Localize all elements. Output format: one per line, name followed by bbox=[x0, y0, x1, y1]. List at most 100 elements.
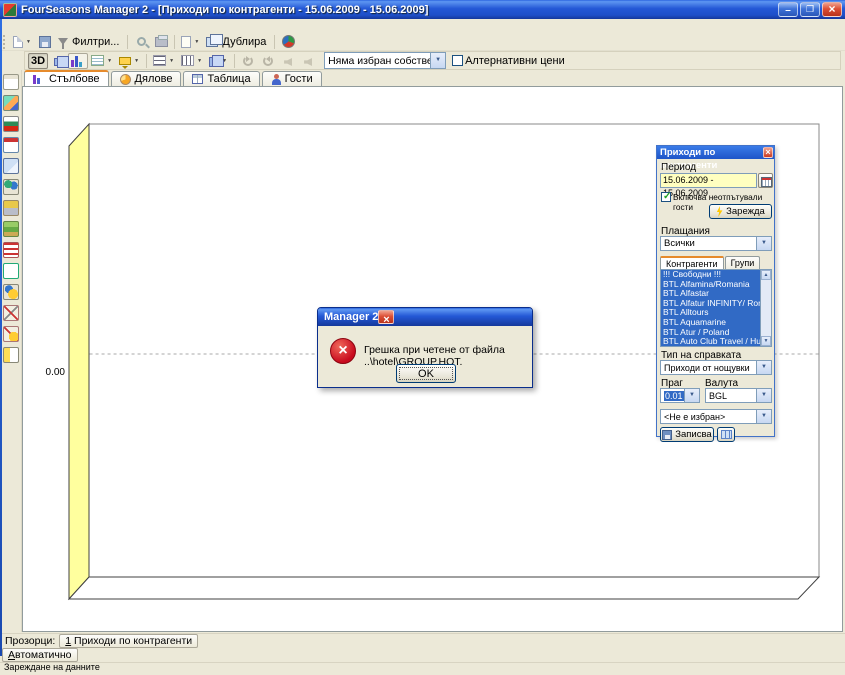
dialog-title-bar[interactable]: Manager 2 bbox=[318, 308, 532, 326]
cut-icon[interactable] bbox=[3, 305, 19, 321]
save-button[interactable] bbox=[35, 34, 55, 50]
guests-icon[interactable] bbox=[3, 179, 19, 195]
cut-price-icon[interactable] bbox=[3, 326, 19, 342]
guest-payment-icon[interactable] bbox=[3, 284, 19, 300]
layout-button[interactable] bbox=[717, 427, 735, 442]
contragent-tabs: Контрагенти Групи bbox=[660, 256, 761, 269]
chart-button[interactable] bbox=[278, 34, 298, 50]
new-document-icon bbox=[13, 36, 23, 48]
threshold-combobox[interactable]: 0.01 bbox=[660, 388, 700, 403]
tab-contragents[interactable]: Контрагенти bbox=[660, 256, 724, 269]
tab-gosti[interactable]: Гости bbox=[262, 71, 322, 86]
report-type-combobox[interactable]: Приходи от нощувки bbox=[660, 360, 772, 375]
window-tab-button[interactable]: 1 Приходи по контрагенти bbox=[59, 634, 198, 648]
horizontal-gridlines-icon bbox=[153, 55, 166, 66]
new-report-button[interactable] bbox=[10, 34, 35, 50]
load-button[interactable]: Зарежда bbox=[709, 204, 772, 219]
list-scrollbar[interactable] bbox=[760, 270, 771, 346]
image-export-icon[interactable] bbox=[3, 95, 19, 111]
window-title: FourSeasons Manager 2 - [Приходи по конт… bbox=[21, 4, 778, 16]
speaker-muted-icon bbox=[304, 58, 312, 66]
zero-axis-label: 0.00 bbox=[46, 367, 66, 378]
scroll-up-icon[interactable] bbox=[761, 270, 771, 280]
rotate-cw-icon bbox=[263, 56, 273, 66]
duplicate-label: Дублира bbox=[220, 36, 268, 48]
window-copy-icon[interactable] bbox=[3, 158, 19, 174]
panel-close-icon[interactable] bbox=[763, 147, 773, 158]
rotate-left-button[interactable] bbox=[238, 53, 258, 69]
export-button[interactable] bbox=[178, 34, 203, 50]
preset-value: <Не е избран> bbox=[661, 412, 756, 422]
chevron-down-icon bbox=[168, 55, 175, 67]
windows-bar: Прозорци: 1 Приходи по контрагенти bbox=[0, 633, 845, 648]
automatic-button[interactable]: Автоматично bbox=[2, 648, 78, 662]
dollar-icon[interactable] bbox=[3, 263, 19, 279]
owner-combobox[interactable]: Няма избран собственици bbox=[324, 52, 446, 69]
duplicate-button[interactable]: Дублира bbox=[203, 34, 271, 50]
restore-button[interactable] bbox=[800, 2, 820, 17]
bar-series-button[interactable] bbox=[68, 53, 88, 69]
bulgaria-flag-icon[interactable] bbox=[3, 116, 19, 132]
print-button[interactable] bbox=[151, 34, 171, 50]
include-guests-checkbox[interactable] bbox=[661, 192, 671, 202]
toolbar-separator bbox=[234, 54, 235, 68]
legend-icon bbox=[91, 55, 104, 66]
sound-on-button[interactable] bbox=[278, 53, 298, 69]
list-item[interactable]: BTL Auto Club Travel / Hunga bbox=[661, 337, 760, 346]
perspective-icon bbox=[54, 58, 62, 66]
preset-combobox[interactable]: <Не е избран> bbox=[660, 409, 772, 424]
threshold-value: 0.01 bbox=[664, 391, 684, 401]
payments-combobox[interactable]: Всички bbox=[660, 236, 772, 251]
ok-button[interactable]: OK bbox=[396, 364, 456, 383]
title-bar: FourSeasons Manager 2 - [Приходи по конт… bbox=[0, 0, 845, 19]
panel-title-bar[interactable]: Приходи по контрагенти bbox=[657, 146, 774, 159]
guest-report-icon[interactable] bbox=[3, 347, 19, 363]
cash-desk-icon[interactable] bbox=[3, 200, 19, 216]
owner-combobox-value: Няма избран собственици bbox=[325, 55, 430, 67]
tab-groups[interactable]: Групи bbox=[725, 256, 761, 269]
vertical-gridlines-icon bbox=[181, 55, 194, 66]
minimize-button[interactable] bbox=[778, 2, 798, 17]
report-type-value: Приходи от нощувки bbox=[661, 363, 756, 373]
printer-icon bbox=[155, 37, 168, 47]
calendar-button[interactable] bbox=[758, 173, 773, 188]
sound-off-button[interactable] bbox=[298, 53, 318, 69]
3d-toggle-button[interactable]: 3D bbox=[28, 53, 48, 69]
rotate-right-button[interactable] bbox=[258, 53, 278, 69]
toolbar-separator bbox=[146, 54, 147, 68]
tab-tablica[interactable]: Таблица bbox=[183, 71, 259, 86]
scroll-down-icon[interactable] bbox=[761, 336, 771, 346]
floor-plan-icon[interactable] bbox=[3, 74, 19, 90]
tab-stalbove[interactable]: Стълбове bbox=[24, 70, 109, 86]
labels-button[interactable] bbox=[116, 53, 143, 69]
save-report-button[interactable]: Записва bbox=[660, 427, 714, 442]
grid-icon bbox=[721, 430, 732, 439]
tab-dyalove[interactable]: Дялове bbox=[111, 71, 182, 86]
legend-button[interactable] bbox=[88, 53, 116, 69]
currency-combobox[interactable]: BGL bbox=[705, 388, 772, 403]
toolbar-separator bbox=[174, 35, 175, 49]
dialog-close-icon[interactable] bbox=[378, 310, 394, 324]
save-icon bbox=[662, 430, 672, 440]
accounts-icon[interactable] bbox=[3, 242, 19, 258]
chart-toolbar: 3D Няма избран собственици Алтернативни … bbox=[24, 51, 841, 70]
chevron-down-icon bbox=[133, 55, 140, 67]
panel-title: Приходи по контрагенти bbox=[660, 146, 763, 159]
guest-tab-icon bbox=[271, 74, 281, 85]
chevron-down-icon bbox=[756, 237, 771, 250]
vertical-grid-button[interactable] bbox=[178, 53, 206, 69]
banknotes-icon[interactable] bbox=[3, 221, 19, 237]
filters-button[interactable]: Филтри... bbox=[55, 34, 124, 50]
horizontal-grid-button[interactable] bbox=[150, 53, 178, 69]
print-preview-button[interactable] bbox=[131, 34, 151, 50]
period-input[interactable]: 15.06.2009 - 15.06.2009 bbox=[660, 173, 757, 188]
close-button[interactable] bbox=[822, 2, 842, 17]
depth-button[interactable] bbox=[206, 53, 231, 69]
perspective-button[interactable] bbox=[48, 53, 68, 69]
alternative-prices-checkbox[interactable] bbox=[452, 55, 463, 66]
windows-label: Прозорци: bbox=[0, 635, 59, 647]
toolbar-gripper[interactable] bbox=[3, 35, 7, 49]
rotate-ccw-icon bbox=[243, 56, 253, 66]
calendar-icon[interactable] bbox=[3, 137, 19, 153]
contragents-listbox[interactable]: !!! Свободни !!! BTL Alfamina/Romania BT… bbox=[660, 269, 772, 347]
